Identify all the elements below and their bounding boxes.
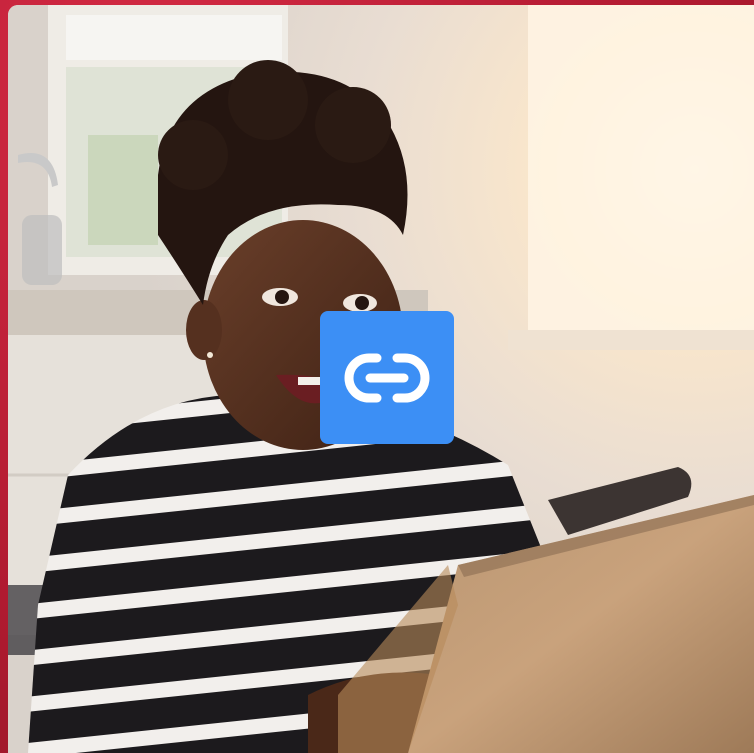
link-icon [344,353,430,402]
link-button[interactable] [320,311,454,444]
